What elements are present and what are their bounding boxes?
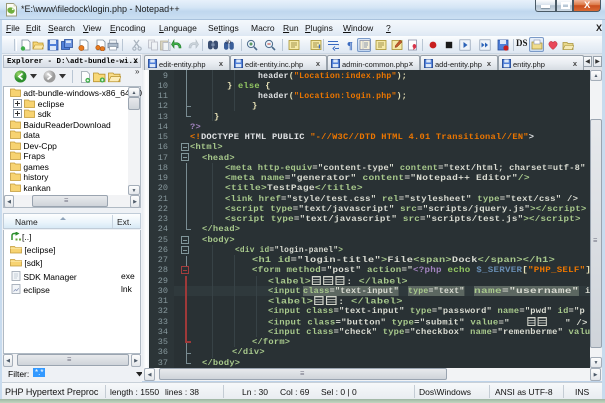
svg-text:ab: ab	[225, 39, 231, 45]
svg-text:¶: ¶	[347, 40, 353, 51]
